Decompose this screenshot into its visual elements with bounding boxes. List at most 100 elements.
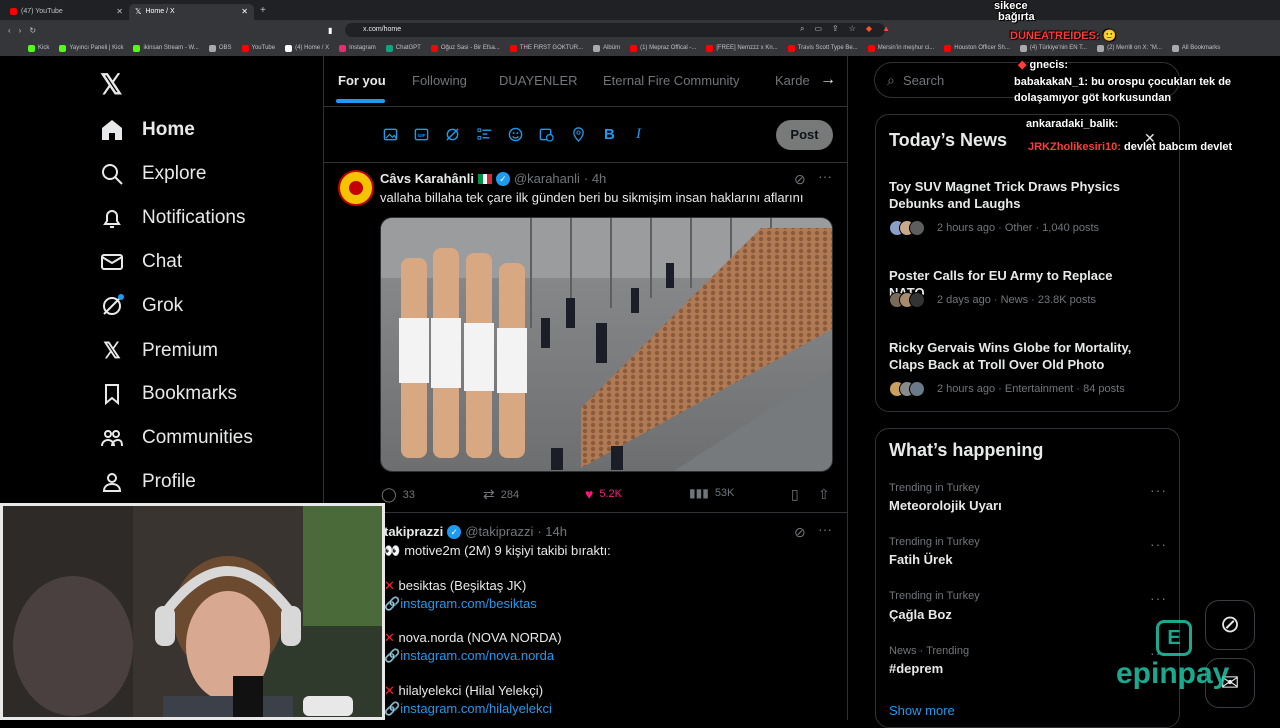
location-icon[interactable] bbox=[571, 127, 586, 142]
brave-rewards-icon[interactable]: ▲ bbox=[882, 24, 890, 34]
star-icon[interactable]: ☆ bbox=[849, 24, 856, 34]
instagram-link[interactable]: instagram.com/besiktas bbox=[400, 596, 537, 611]
bookmark-label: [FREE] Nemzzz x Kn... bbox=[716, 45, 778, 51]
browser-tab-x[interactable]: 𝕏 Home / X ✕ bbox=[129, 3, 254, 20]
tab-for-you[interactable]: For you bbox=[338, 73, 386, 88]
emoji-icon[interactable] bbox=[508, 127, 523, 142]
share-icon[interactable]: ⇧ bbox=[818, 486, 830, 503]
bookmark-item[interactable]: Albüm bbox=[593, 44, 620, 52]
sidebar-item-label: Bookmarks bbox=[142, 383, 238, 404]
avatar-group bbox=[889, 220, 925, 236]
bookmark-item[interactable]: Mersin'in meşhur ci... bbox=[867, 44, 934, 52]
bookmark-item[interactable]: (1) Mepraz Offical -... bbox=[630, 44, 696, 52]
bookmark-flag-icon[interactable]: ▮ bbox=[328, 26, 332, 35]
poll-icon[interactable] bbox=[477, 127, 492, 142]
like-button[interactable]: ♥ 5.2K bbox=[585, 486, 622, 502]
zoom-icon[interactable]: ⌕ bbox=[800, 24, 804, 34]
more-options-icon[interactable]: ··· bbox=[1150, 536, 1167, 552]
trend-topic[interactable]: Meteorolojik Uyarı bbox=[889, 498, 1002, 513]
bookmark-item[interactable]: (4) Home / X bbox=[285, 44, 329, 52]
tab-following[interactable]: Following bbox=[412, 73, 467, 88]
trend-topic[interactable]: Çağla Boz bbox=[889, 607, 952, 622]
tab-duayenler[interactable]: DUAYENLER bbox=[499, 73, 578, 88]
bookmark-item[interactable]: ikinsan Stream - W... bbox=[133, 44, 199, 52]
tab-eternal-fire-community[interactable]: Eternal Fire Community bbox=[603, 73, 740, 88]
views-button[interactable]: ▮▮▮ 53K bbox=[689, 486, 734, 500]
bookmark-icon[interactable]: ▯ bbox=[791, 486, 799, 503]
search-input[interactable]: Search bbox=[903, 73, 944, 88]
reload-icon[interactable]: ↻ bbox=[29, 26, 36, 35]
list-item: ✕ hilalyelekci (Hilal Yelekçi) bbox=[384, 682, 543, 700]
more-options-icon[interactable]: ··· bbox=[818, 521, 832, 537]
bookmark-item[interactable]: YouTube bbox=[241, 44, 275, 52]
scroll-tabs-arrow-icon[interactable]: → bbox=[813, 66, 843, 94]
share-icon[interactable]: ⇪ bbox=[832, 24, 839, 34]
bold-icon[interactable]: B bbox=[604, 127, 619, 142]
sidebar-item-bookmarks[interactable]: Bookmarks bbox=[100, 382, 237, 406]
tab-karde[interactable]: Karde bbox=[775, 73, 810, 88]
post-time[interactable]: · 4h bbox=[584, 170, 606, 188]
news-headline[interactable]: Toy SUV Magnet Trick Draws Physics Debun… bbox=[889, 178, 1149, 212]
x-logo-icon[interactable]: 𝕏 bbox=[100, 68, 123, 101]
bookmark-label: ChatGPT bbox=[395, 45, 421, 51]
show-more-link[interactable]: Show more bbox=[889, 703, 955, 718]
italic-icon[interactable]: I bbox=[636, 127, 651, 142]
browser-tab-youtube[interactable]: (47) YouTube ✕ bbox=[4, 4, 129, 20]
screen-icon[interactable]: ▭ bbox=[814, 24, 822, 34]
bookmark-item[interactable]: Kick bbox=[28, 44, 49, 52]
verified-badge-icon: ✓ bbox=[495, 172, 510, 186]
close-tab-icon[interactable]: ✕ bbox=[241, 7, 248, 16]
bookmark-item[interactable]: All Bookmarks bbox=[1171, 44, 1220, 52]
more-options-icon[interactable]: ··· bbox=[1150, 482, 1167, 498]
close-tab-icon[interactable]: ✕ bbox=[116, 7, 123, 16]
instagram-link[interactable]: instagram.com/nova.norda bbox=[400, 648, 554, 663]
post-time[interactable]: · 14h bbox=[537, 523, 567, 541]
trend-topic[interactable]: #deprem bbox=[889, 661, 943, 676]
bookmark-item[interactable]: [FREE] Nemzzz x Kn... bbox=[706, 44, 778, 52]
sidebar-item-explore[interactable]: Explore bbox=[100, 162, 206, 186]
bookmark-item[interactable]: OBS bbox=[208, 44, 232, 52]
back-icon[interactable]: ‹ bbox=[8, 26, 11, 35]
schedule-icon[interactable] bbox=[539, 127, 554, 142]
repost-button[interactable]: ⇄ 284 bbox=[483, 486, 519, 503]
grok-icon[interactable] bbox=[445, 127, 460, 142]
post-button[interactable]: Post bbox=[776, 120, 833, 150]
avatar[interactable] bbox=[338, 170, 374, 206]
bookmark-item[interactable]: Yayıncı Paneli | Kick bbox=[59, 44, 123, 52]
bookmark-item[interactable]: ChatGPT bbox=[385, 44, 421, 52]
author-name[interactable]: Câvs Karahânli bbox=[380, 170, 474, 188]
author-handle[interactable]: @karahanli bbox=[514, 170, 580, 188]
grok-icon[interactable]: ⊘ bbox=[794, 171, 806, 188]
bookmark-item[interactable]: Travis Scott Type Be... bbox=[787, 44, 858, 52]
more-options-icon[interactable]: ··· bbox=[818, 168, 832, 184]
sidebar-item-communities[interactable]: Communities bbox=[100, 426, 253, 450]
more-options-icon[interactable]: ··· bbox=[1150, 590, 1167, 606]
chat-username: ankaradaki_balik: bbox=[1026, 118, 1119, 130]
grok-float-button[interactable]: ⊘ bbox=[1205, 600, 1255, 650]
author-name[interactable]: takiprazzi bbox=[384, 523, 443, 541]
brave-shield-icon[interactable]: ◆ bbox=[866, 24, 872, 34]
gif-icon[interactable]: GIF bbox=[414, 127, 429, 142]
sidebar-item-home[interactable]: Home bbox=[100, 118, 195, 142]
post-image[interactable] bbox=[380, 217, 833, 472]
bookmark-item[interactable]: THE FIRST GOKTUR... bbox=[509, 44, 583, 52]
bookmark-item[interactable]: Oğuz Sasi - Bir Efsa... bbox=[430, 44, 500, 52]
trend-topic[interactable]: Fatih Ürek bbox=[889, 552, 953, 567]
bookmark-item[interactable]: (2) Merrill on X: "M... bbox=[1097, 44, 1162, 52]
sidebar-item-chat[interactable]: Chat bbox=[100, 250, 182, 274]
grok-icon[interactable]: ⊘ bbox=[794, 524, 806, 541]
author-handle[interactable]: @takiprazzi bbox=[465, 523, 533, 541]
reply-button[interactable]: ◯ 33 bbox=[381, 486, 415, 503]
bookmark-item[interactable]: Instagram bbox=[339, 44, 376, 52]
sidebar-item-notifications[interactable]: Notifications bbox=[100, 206, 246, 230]
bookmark-item[interactable]: (4) Türkiye'nin EN T... bbox=[1019, 44, 1087, 52]
sidebar-item-premium[interactable]: 𝕏 Premium bbox=[100, 338, 218, 364]
instagram-link[interactable]: instagram.com/hilalyelekci bbox=[400, 701, 552, 716]
sidebar-item-profile[interactable]: Profile bbox=[100, 470, 196, 494]
bookmark-item[interactable]: Houston Officer Sh... bbox=[944, 44, 1010, 52]
image-icon[interactable] bbox=[383, 127, 398, 142]
sidebar-item-grok[interactable]: Grok bbox=[100, 294, 183, 318]
news-headline[interactable]: Ricky Gervais Wins Globe for Mortality, … bbox=[889, 339, 1149, 373]
new-tab-button[interactable]: + bbox=[260, 5, 266, 16]
forward-icon[interactable]: › bbox=[19, 26, 22, 35]
